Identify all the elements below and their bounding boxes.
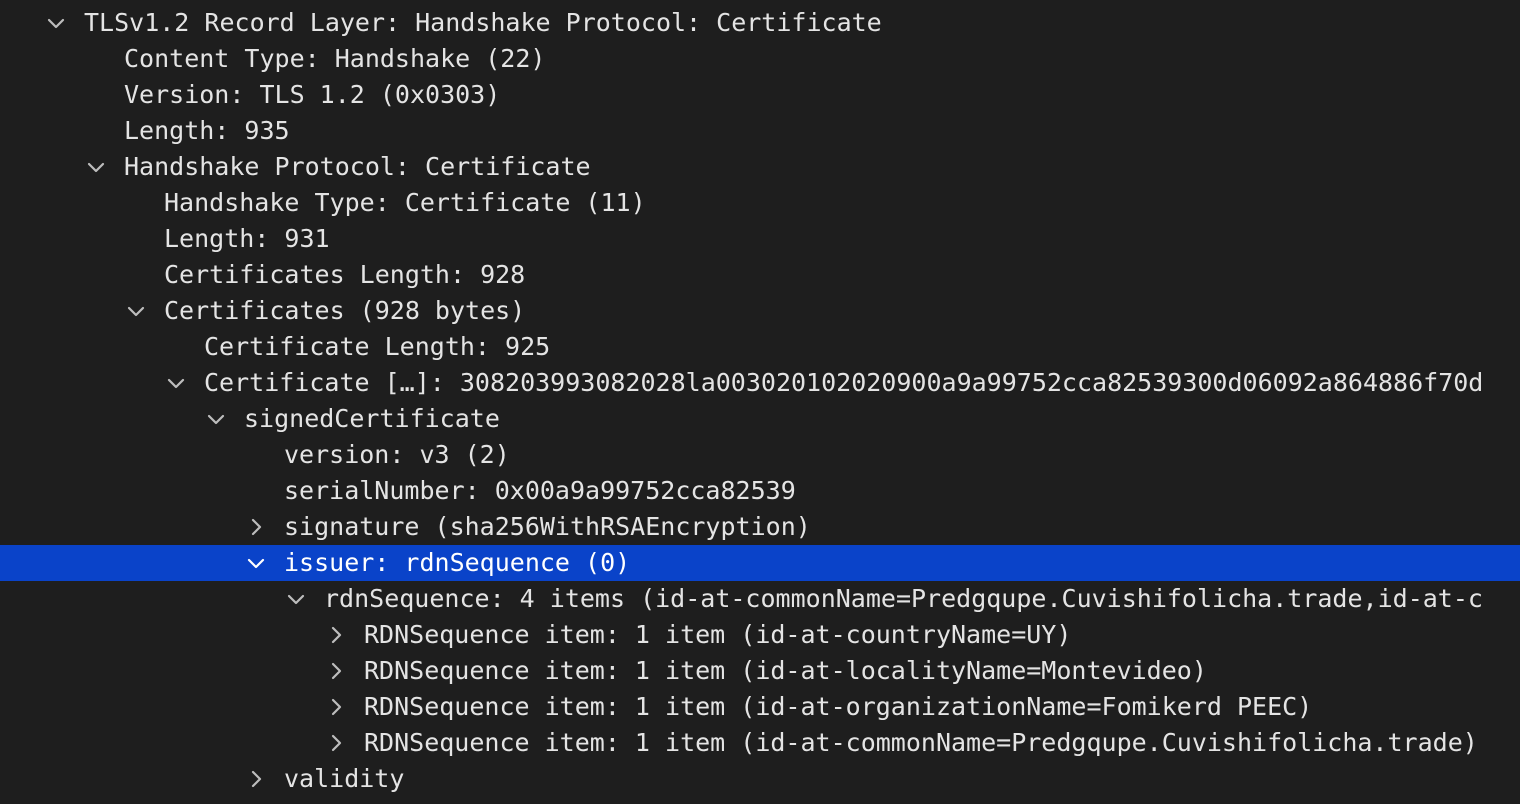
tree-row-label: serialNumber: 0x00a9a99752cca82539 bbox=[284, 476, 796, 505]
chevron-right-icon[interactable] bbox=[246, 769, 266, 789]
tree-row-leaf[interactable]: Certificate Length: 925 bbox=[0, 329, 1520, 365]
tree-row-label: Version: TLS 1.2 (0x0303) bbox=[124, 80, 501, 109]
tree-row-label: RDNSequence item: 1 item (id-at-locality… bbox=[364, 656, 1207, 685]
tree-row-node[interactable]: RDNSequence item: 1 item (id-at-organiza… bbox=[0, 689, 1520, 725]
tree-row-node[interactable]: issuer: rdnSequence (0) bbox=[0, 545, 1520, 581]
tree-row-label: rdnSequence: 4 items (id-at-commonName=P… bbox=[324, 584, 1483, 613]
chevron-down-icon[interactable] bbox=[206, 409, 226, 429]
tree-row-node[interactable]: signature (sha256WithRSAEncryption) bbox=[0, 509, 1520, 545]
tree-row-node[interactable]: signedCertificate bbox=[0, 401, 1520, 437]
tree-row-node[interactable]: TLSv1.2 Record Layer: Handshake Protocol… bbox=[0, 5, 1520, 41]
tree-row-label: Certificate […]: 308203993082028la003020… bbox=[204, 368, 1484, 397]
tree-row-node[interactable]: Certificates (928 bytes) bbox=[0, 293, 1520, 329]
chevron-down-icon[interactable] bbox=[166, 373, 186, 393]
chevron-right-icon[interactable] bbox=[326, 625, 346, 645]
tree-row-label: Handshake Type: Certificate (11) bbox=[164, 188, 646, 217]
tree-row-label: TLSv1.2 Record Layer: Handshake Protocol… bbox=[84, 8, 882, 37]
tree-row-node[interactable]: RDNSequence item: 1 item (id-at-commonNa… bbox=[0, 725, 1520, 761]
tree-row-node[interactable]: Certificate […]: 308203993082028la003020… bbox=[0, 365, 1520, 401]
chevron-right-icon[interactable] bbox=[326, 697, 346, 717]
chevron-down-icon[interactable] bbox=[286, 589, 306, 609]
tree-row-leaf[interactable]: Certificates Length: 928 bbox=[0, 257, 1520, 293]
tree-row-label: Certificates (928 bytes) bbox=[164, 296, 526, 325]
tree-row-label: validity bbox=[284, 764, 405, 793]
tree-row-leaf[interactable]: Version: TLS 1.2 (0x0303) bbox=[0, 77, 1520, 113]
tree-row-node[interactable]: RDNSequence item: 1 item (id-at-locality… bbox=[0, 653, 1520, 689]
tree-row-label: Certificates Length: 928 bbox=[164, 260, 526, 289]
chevron-right-icon[interactable] bbox=[326, 733, 346, 753]
tree-row-label: version: v3 (2) bbox=[284, 440, 510, 469]
packet-details-tree: TLSv1.2 Record Layer: Handshake Protocol… bbox=[0, 0, 1520, 804]
tree-row-leaf[interactable]: version: v3 (2) bbox=[0, 437, 1520, 473]
chevron-down-icon[interactable] bbox=[126, 301, 146, 321]
tree-row-label: signedCertificate bbox=[244, 404, 500, 433]
tree-row-label: RDNSequence item: 1 item (id-at-commonNa… bbox=[364, 728, 1478, 757]
tree-row-node[interactable]: Handshake Protocol: Certificate bbox=[0, 149, 1520, 185]
tree-row-node[interactable]: RDNSequence item: 1 item (id-at-countryN… bbox=[0, 617, 1520, 653]
chevron-down-icon[interactable] bbox=[46, 13, 66, 33]
tree-row-leaf[interactable]: Length: 935 bbox=[0, 113, 1520, 149]
tree-row-label: Length: 931 bbox=[164, 224, 330, 253]
tree-row-label: RDNSequence item: 1 item (id-at-countryN… bbox=[364, 620, 1072, 649]
tree-row-label: Content Type: Handshake (22) bbox=[124, 44, 546, 73]
tree-row-leaf[interactable]: Content Type: Handshake (22) bbox=[0, 41, 1520, 77]
tree-row-label: signature (sha256WithRSAEncryption) bbox=[284, 512, 811, 541]
tree-row-label: Certificate Length: 925 bbox=[204, 332, 551, 361]
tree-row-label: issuer: rdnSequence (0) bbox=[284, 548, 631, 577]
tree-row-leaf[interactable]: Handshake Type: Certificate (11) bbox=[0, 185, 1520, 221]
tree-row-node[interactable]: validity bbox=[0, 761, 1520, 797]
tree-row-leaf[interactable]: serialNumber: 0x00a9a99752cca82539 bbox=[0, 473, 1520, 509]
chevron-down-icon[interactable] bbox=[246, 553, 266, 573]
chevron-right-icon[interactable] bbox=[326, 661, 346, 681]
tree-row-label: Length: 935 bbox=[124, 116, 290, 145]
tree-row-label: RDNSequence item: 1 item (id-at-organiza… bbox=[364, 692, 1313, 721]
chevron-down-icon[interactable] bbox=[86, 157, 106, 177]
chevron-right-icon[interactable] bbox=[246, 517, 266, 537]
tree-row-leaf[interactable]: Length: 931 bbox=[0, 221, 1520, 257]
tree-row-label: Handshake Protocol: Certificate bbox=[124, 152, 591, 181]
tree-row-node[interactable]: rdnSequence: 4 items (id-at-commonName=P… bbox=[0, 581, 1520, 617]
